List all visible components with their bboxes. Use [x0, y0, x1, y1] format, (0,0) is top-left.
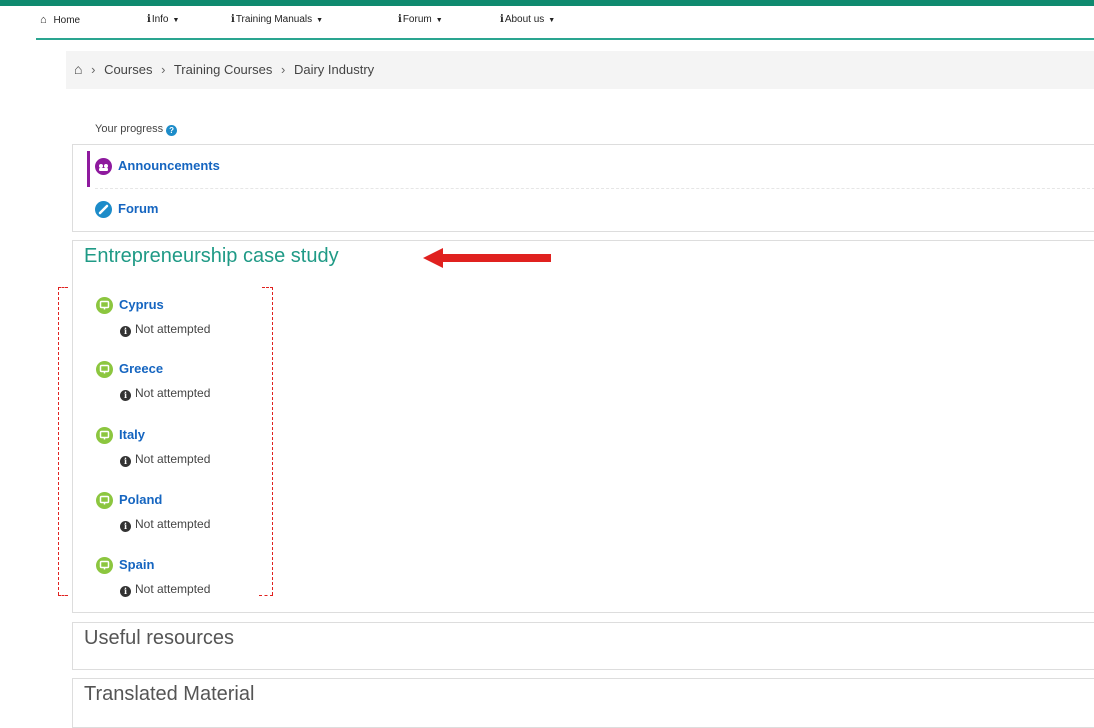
nav-forum[interactable]: iForum ▼	[398, 14, 443, 25]
scorm-icon	[96, 557, 113, 575]
annotation-dash	[259, 595, 273, 596]
home-icon[interactable]: ⌂	[74, 61, 82, 77]
help-icon[interactable]: ?	[166, 125, 178, 136]
announcements-link[interactable]: Announcements	[95, 158, 220, 176]
forum-link[interactable]: Forum	[95, 201, 158, 219]
annotation-dash	[262, 287, 273, 288]
nav-divider	[36, 38, 1094, 40]
breadcrumb-training-courses[interactable]: Training Courses	[174, 62, 273, 77]
chevron-right-icon: ›	[280, 62, 286, 77]
info-icon: i	[120, 326, 131, 337]
info-icon: i	[120, 456, 131, 467]
activity-status: i Not attempted	[120, 322, 210, 337]
main-nav: ⌂ Home iInfo ▼ iTraining Manuals ▼ iForum ▼…	[0, 6, 1094, 34]
section-general: Announcements Forum	[72, 144, 1094, 232]
breadcrumb: ⌂ › Courses › Training Courses › Dairy I…	[66, 51, 1094, 89]
info-icon: i	[231, 14, 235, 25]
scorm-icon	[96, 492, 113, 510]
activity-link[interactable]: Italy	[96, 427, 145, 445]
scorm-icon	[96, 427, 113, 445]
activity-status: i Not attempted	[120, 452, 210, 467]
activity-cyprus: Cyprus i Not attempted	[96, 297, 210, 337]
nav-info[interactable]: iInfo ▼	[147, 14, 179, 25]
activity-status: i Not attempted	[120, 517, 210, 532]
scorm-icon	[96, 297, 113, 315]
divider	[95, 188, 1094, 189]
caret-down-icon: ▼	[172, 17, 180, 24]
activity-link[interactable]: Spain	[96, 557, 154, 575]
announcements-icon	[95, 158, 112, 176]
info-icon: i	[120, 390, 131, 401]
info-icon: i	[500, 14, 504, 25]
progress-label: Your progress?	[95, 123, 178, 136]
info-icon: i	[398, 14, 402, 25]
info-icon: i	[120, 586, 131, 597]
caret-down-icon: ▼	[548, 17, 556, 24]
annotation-dash	[58, 595, 68, 596]
caret-down-icon: ▼	[435, 17, 443, 24]
activity-status: i Not attempted	[120, 582, 210, 597]
forum-icon	[95, 201, 112, 219]
activity-link[interactable]: Cyprus	[96, 297, 164, 315]
info-icon: i	[147, 14, 151, 25]
annotation-arrow	[423, 248, 551, 268]
section-title-translated-material[interactable]: Translated Material	[84, 683, 254, 706]
nav-home[interactable]: ⌂ Home	[40, 14, 80, 26]
breadcrumb-courses[interactable]: Courses	[104, 62, 152, 77]
highlight-bar	[87, 151, 90, 187]
activity-spain: Spain i Not attempted	[96, 557, 210, 597]
section-title-useful-resources[interactable]: Useful resources	[84, 627, 234, 650]
home-icon: ⌂	[40, 14, 47, 26]
info-icon: i	[120, 521, 131, 532]
activity-poland: Poland i Not attempted	[96, 492, 210, 532]
breadcrumb-dairy-industry[interactable]: Dairy Industry	[294, 62, 374, 77]
section-title-case-study[interactable]: Entrepreneurship case study	[84, 245, 339, 268]
caret-down-icon: ▼	[316, 17, 324, 24]
activity-link[interactable]: Poland	[96, 492, 162, 510]
activity-italy: Italy i Not attempted	[96, 427, 210, 467]
activity-status: i Not attempted	[120, 386, 210, 401]
chevron-right-icon: ›	[91, 62, 96, 77]
activity-greece: Greece i Not attempted	[96, 361, 210, 401]
chevron-right-icon: ›	[161, 62, 166, 77]
nav-about-us[interactable]: iAbout us ▼	[500, 14, 555, 25]
nav-training-manuals[interactable]: iTraining Manuals ▼	[231, 14, 323, 25]
annotation-dash	[58, 287, 68, 288]
activity-link[interactable]: Greece	[96, 361, 163, 379]
scorm-icon	[96, 361, 113, 379]
